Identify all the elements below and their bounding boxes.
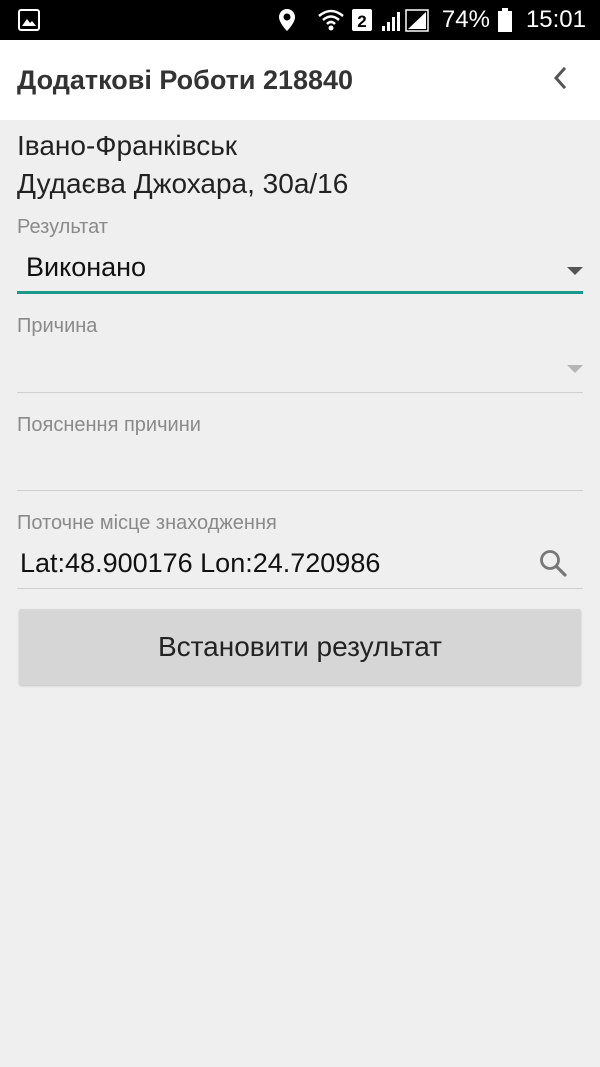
location-search-button[interactable] <box>536 548 570 582</box>
reason-underline <box>17 392 583 393</box>
set-result-button[interactable]: Встановити результат <box>19 609 581 685</box>
explanation-underline <box>17 490 583 491</box>
battery-icon <box>497 8 512 32</box>
battery-percent: 74% <box>441 6 490 33</box>
address-city: Івано-Франківськ <box>17 130 238 161</box>
result-value: Виконано <box>26 252 147 282</box>
dropdown-arrow-icon <box>567 267 583 275</box>
explanation-label: Пояснення причини <box>17 414 201 436</box>
back-button[interactable] <box>546 66 574 94</box>
dropdown-arrow-icon <box>567 365 583 373</box>
app-bar: Додаткові Роботи 218840 <box>0 40 600 120</box>
status-time: 15:01 <box>525 6 586 33</box>
status-bar: 2 74% 15:01 <box>0 0 600 40</box>
wifi-icon <box>318 9 344 31</box>
location-label: Поточне місце знаходження <box>17 512 277 534</box>
location-underline <box>17 588 583 589</box>
reason-label: Причина <box>17 315 98 337</box>
result-underline <box>17 291 583 294</box>
address-street: Дудаєва Джохара, 30а/16 <box>17 168 349 199</box>
location-icon <box>278 8 296 32</box>
result-dropdown[interactable]: Виконано <box>17 244 583 290</box>
reason-dropdown[interactable] <box>17 344 583 390</box>
signal-icon <box>380 8 430 32</box>
image-icon <box>18 9 40 31</box>
chevron-left-icon <box>552 66 568 95</box>
location-value: Lat:48.900176 Lon:24.720986 <box>20 548 381 578</box>
sim-icon: 2 <box>351 8 372 32</box>
explanation-input[interactable] <box>17 442 583 488</box>
search-icon <box>538 548 568 583</box>
page-title: Додаткові Роботи 218840 <box>17 65 354 95</box>
sim-badge: 2 <box>357 12 366 31</box>
result-label: Результат <box>17 216 108 238</box>
